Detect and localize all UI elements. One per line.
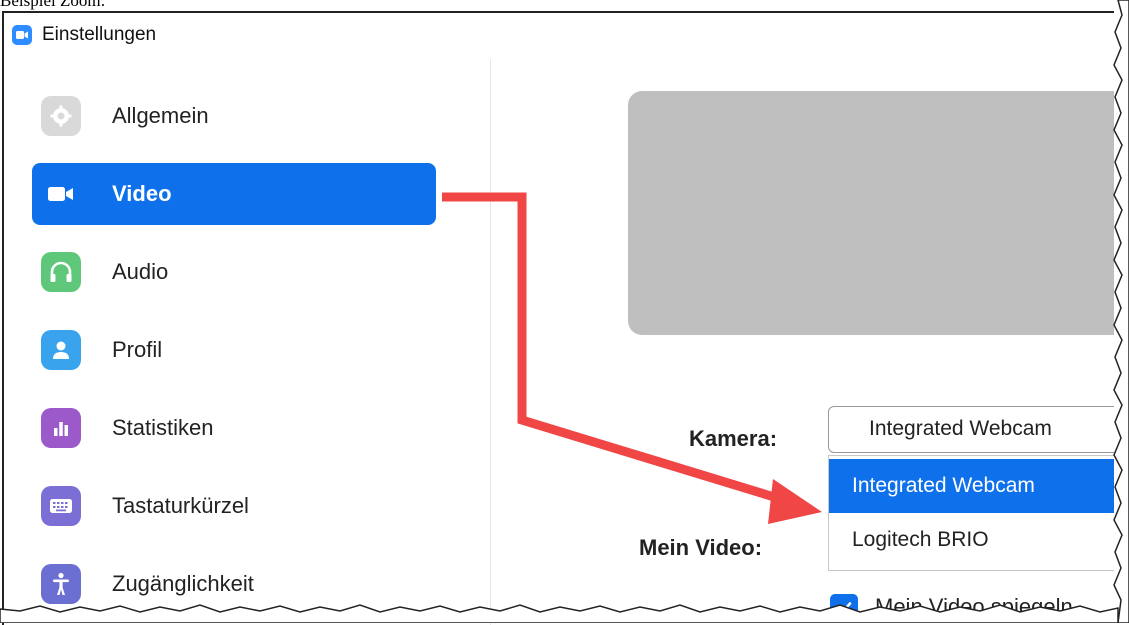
- my-video-label: Mein Video:: [639, 535, 763, 560]
- person-icon: [41, 330, 81, 370]
- sidebar-item-video[interactable]: Video: [32, 163, 436, 225]
- headphones-icon: [41, 252, 81, 292]
- sidebar-item-label: Audio: [112, 259, 169, 284]
- video-camera-icon: [41, 174, 81, 214]
- bar-chart-icon: [41, 408, 81, 448]
- option-label: Logitech BRIO: [852, 528, 989, 551]
- caption-text: Beispiel Zoom:: [0, 0, 106, 10]
- sidebar-item-label: Zugänglichkeit: [112, 571, 254, 596]
- gear-icon: [41, 96, 81, 136]
- sidebar-item-shortcuts[interactable]: Tastaturkürzel: [32, 475, 436, 537]
- sidebar-item-statistics[interactable]: Statistiken: [32, 397, 436, 459]
- sidebar-item-accessibility[interactable]: Zugänglichkeit: [32, 553, 436, 615]
- camera-dropdown-list: Integrated Webcam Logitech BRIO: [828, 455, 1114, 571]
- checkmark-icon: [836, 602, 852, 614]
- camera-option-integrated-webcam[interactable]: Integrated Webcam: [829, 459, 1114, 513]
- sidebar-item-profile[interactable]: Profil: [32, 319, 436, 381]
- window-title: Einstellungen: [42, 24, 157, 45]
- camera-label: Kamera:: [689, 426, 778, 451]
- option-label: Integrated Webcam: [852, 474, 1035, 497]
- video-preview: [628, 91, 1114, 335]
- sidebar-item-label: Statistiken: [112, 415, 214, 440]
- zoom-app-icon: [12, 25, 32, 45]
- mirror-video-label: Mein Video spiegeln: [875, 594, 1073, 619]
- mirror-video-checkbox[interactable]: [830, 594, 858, 622]
- video-settings-panel: Kamera: Integrated Webcam Integrated Web…: [491, 59, 1114, 625]
- accessibility-icon: [41, 564, 81, 604]
- camera-select[interactable]: Integrated Webcam: [828, 406, 1114, 453]
- settings-window: Einstellungen Allgemein Video Audio Prof…: [2, 11, 1114, 625]
- sidebar-item-label: Profil: [112, 337, 163, 362]
- sidebar-item-audio[interactable]: Audio: [32, 241, 436, 303]
- keyboard-icon: [41, 486, 81, 526]
- camera-option-logitech-brio[interactable]: Logitech BRIO: [829, 513, 1114, 567]
- sidebar-item-label: Allgemein: [112, 103, 209, 128]
- camera-select-value: Integrated Webcam: [869, 417, 1052, 440]
- sidebar-item-label: Tastaturkürzel: [112, 493, 249, 518]
- title-bar: Einstellungen: [4, 13, 1114, 55]
- sidebar-item-label: Video: [112, 181, 172, 206]
- sidebar-item-general[interactable]: Allgemein: [32, 85, 436, 147]
- settings-sidebar: Allgemein Video Audio Profil Statistiken: [4, 59, 491, 625]
